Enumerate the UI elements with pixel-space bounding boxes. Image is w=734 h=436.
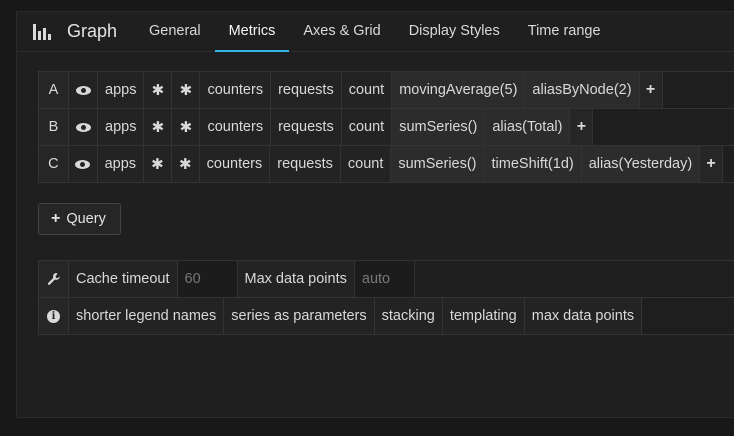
cache-timeout-input[interactable]: 60 [177,261,238,297]
help-link-stacking[interactable]: stacking [374,298,443,334]
function-segment[interactable]: alias(Yesterday) [581,146,701,182]
wildcard-segment[interactable]: ✱ [172,109,201,145]
panel-header: Graph General Metrics Axes & Grid Displa… [17,12,734,52]
tab-bar: General Metrics Axes & Grid Display Styl… [135,12,615,52]
cache-timeout-label: Cache timeout [69,261,178,297]
wrench-icon [39,261,69,297]
wildcard-segment[interactable]: ✱ [144,109,173,145]
help-link-max-data-points[interactable]: max data points [524,298,643,334]
query-row-a: A apps ✱ ✱ counters requests count movin… [38,71,734,109]
metric-segment[interactable]: count [340,146,392,182]
tab-metrics[interactable]: Metrics [214,12,290,52]
eye-icon[interactable] [69,109,98,145]
add-query-button[interactable]: + Query [38,203,121,235]
wildcard-segment[interactable]: ✱ [144,72,173,108]
tab-general[interactable]: General [135,12,215,52]
max-data-points-label: Max data points [237,261,355,297]
help-row: i shorter legend names series as paramet… [38,297,734,335]
tab-axes-grid[interactable]: Axes & Grid [289,12,394,52]
query-row-c: C apps ✱ ✱ counters requests count sumSe… [38,145,734,183]
help-link-shorter-legend-names[interactable]: shorter legend names [69,298,225,334]
query-row-b: B apps ✱ ✱ counters requests count sumSe… [38,108,734,146]
metric-segment[interactable]: counters [200,109,272,145]
metric-segment[interactable]: apps [98,72,145,108]
metric-segment[interactable]: count [341,109,393,145]
row-filler [662,72,734,108]
eye-icon[interactable] [68,146,98,182]
add-function-button[interactable]: + [639,72,663,108]
row-filler [593,109,734,145]
function-segment[interactable]: sumSeries() [391,146,485,182]
metric-segment[interactable]: count [341,72,393,108]
query-ref-letter[interactable]: B [39,109,69,145]
function-segment[interactable]: aliasByNode(2) [525,72,640,108]
tab-time-range[interactable]: Time range [514,12,615,52]
row-filler [414,261,734,297]
function-segment[interactable]: sumSeries() [392,109,486,145]
info-icon: i [39,298,69,334]
plus-icon: + [51,210,61,227]
row-filler [642,298,734,334]
metric-segment[interactable]: requests [270,146,341,182]
add-query-label: Query [66,211,106,227]
wildcard-segment[interactable]: ✱ [144,146,172,182]
wildcard-segment[interactable]: ✱ [172,72,201,108]
metric-segment[interactable]: apps [97,146,145,182]
eye-icon[interactable] [69,72,98,108]
tab-display-styles[interactable]: Display Styles [395,12,514,52]
row-filler [723,146,734,182]
function-segment[interactable]: movingAverage(5) [392,72,526,108]
metric-segment[interactable]: apps [98,109,145,145]
help-link-series-as-parameters[interactable]: series as parameters [224,298,375,334]
metric-segment[interactable]: requests [271,72,342,108]
panel-brand: Graph [33,21,117,42]
panel-title: Graph [67,21,118,41]
function-segment[interactable]: timeShift(1d) [484,146,582,182]
query-ref-letter[interactable]: C [39,146,69,182]
add-function-button[interactable]: + [570,109,594,145]
query-ref-letter[interactable]: A [39,72,69,108]
wildcard-segment[interactable]: ✱ [171,146,200,182]
metric-segment[interactable]: requests [271,109,342,145]
bar-chart-icon [33,23,53,40]
function-segment[interactable]: alias(Total) [485,109,571,145]
metric-segment[interactable]: counters [199,146,271,182]
panel-editor: Graph General Metrics Axes & Grid Displa… [16,11,734,418]
add-function-button[interactable]: + [700,146,723,182]
metric-segment[interactable]: counters [200,72,272,108]
options-row: Cache timeout 60 Max data points auto [38,260,734,298]
help-link-templating[interactable]: templating [442,298,525,334]
max-data-points-input[interactable]: auto [354,261,415,297]
